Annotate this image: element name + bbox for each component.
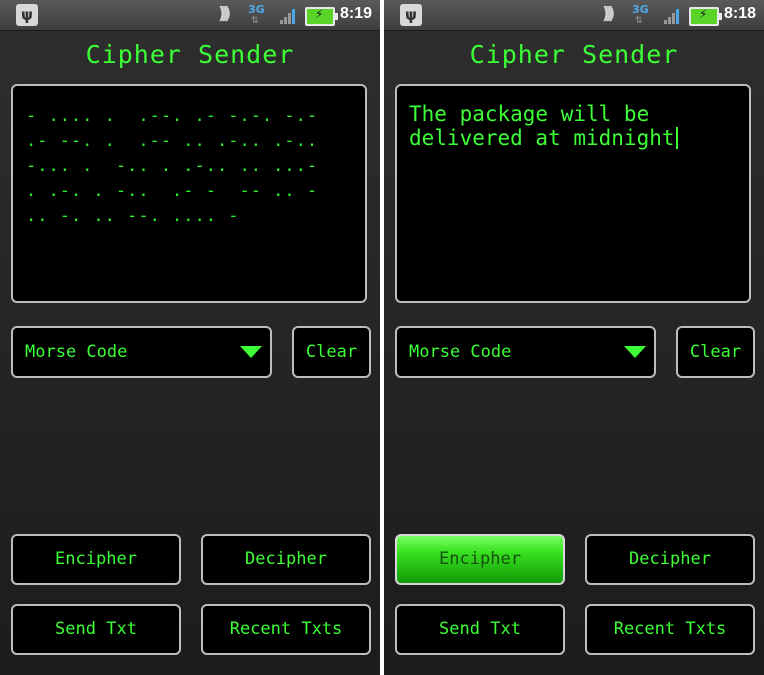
- recent-txts-button[interactable]: Recent Txts: [585, 604, 755, 655]
- usb-icon: ψ: [16, 4, 38, 26]
- clear-button[interactable]: Clear: [292, 326, 371, 378]
- vibrate-icon: ))): [218, 4, 232, 24]
- status-clock: 8:18: [724, 5, 757, 22]
- decipher-button[interactable]: Decipher: [201, 534, 371, 585]
- app-title: Cipher Sender: [85, 40, 295, 69]
- encipher-button[interactable]: Encipher: [395, 534, 565, 585]
- battery-charging-icon: ⚡: [689, 7, 722, 26]
- encipher-button[interactable]: Encipher: [11, 534, 181, 585]
- decipher-button[interactable]: Decipher: [585, 534, 755, 585]
- chevron-down-icon: [240, 346, 262, 358]
- network-3g-icon: 3G ⇅: [632, 3, 649, 26]
- signal-strength-icon: [664, 8, 682, 24]
- status-bar: ψ ))) 3G ⇅ ⚡ 8:18: [384, 0, 764, 31]
- phone-screen-morse: ψ ))) 3G ⇅ ⚡ 8:19 Cipher Sender - .... .…: [0, 0, 380, 675]
- phone-screen-plaintext: ψ ))) 3G ⇅ ⚡ 8:18 Cipher Sender The pack…: [384, 0, 764, 675]
- battery-charging-icon: ⚡: [305, 7, 338, 26]
- cipher-select[interactable]: Morse Code: [395, 326, 656, 378]
- message-text: - .... . .--. .- -.-. -.- .- --. . .-- .…: [26, 106, 319, 226]
- cipher-select[interactable]: Morse Code: [11, 326, 272, 378]
- status-clock: 8:19: [340, 5, 373, 22]
- clear-button[interactable]: Clear: [676, 326, 755, 378]
- send-txt-button[interactable]: Send Txt: [395, 604, 565, 655]
- network-3g-icon: 3G ⇅: [248, 3, 265, 26]
- send-txt-button[interactable]: Send Txt: [11, 604, 181, 655]
- message-textarea[interactable]: The package will be delivered at midnigh…: [395, 84, 751, 303]
- vibrate-icon: ))): [602, 4, 616, 24]
- message-textarea[interactable]: - .... . .--. .- -.-. -.- .- --. . .-- .…: [11, 84, 367, 303]
- chevron-down-icon: [624, 346, 646, 358]
- app-title: Cipher Sender: [469, 40, 679, 69]
- cipher-select-value: Morse Code: [409, 342, 512, 362]
- message-text: The package will be delivered at midnigh…: [409, 102, 745, 150]
- usb-icon: ψ: [400, 4, 422, 26]
- status-bar: ψ ))) 3G ⇅ ⚡ 8:19: [0, 0, 380, 31]
- signal-strength-icon: [280, 8, 298, 24]
- cipher-select-value: Morse Code: [25, 342, 128, 362]
- recent-txts-button[interactable]: Recent Txts: [201, 604, 371, 655]
- text-cursor: [675, 127, 678, 149]
